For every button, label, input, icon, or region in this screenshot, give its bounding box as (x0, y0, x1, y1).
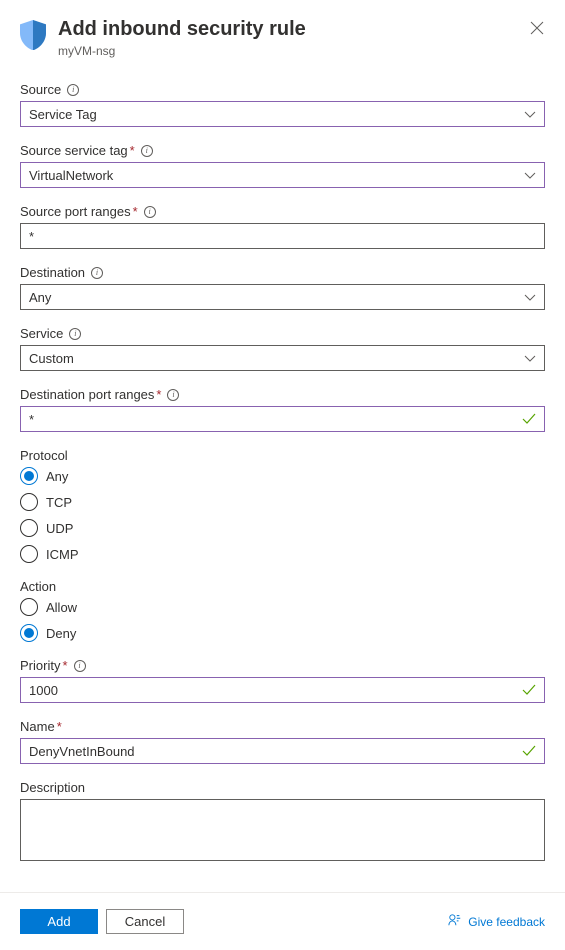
field-protocol: Protocol Any TCP UDP ICMP (20, 448, 545, 563)
label-source-ports: Source port ranges* i (20, 204, 545, 219)
field-description: Description (20, 780, 545, 864)
label-dest-ports: Destination port ranges* i (20, 387, 545, 402)
label-protocol: Protocol (20, 448, 545, 463)
checkmark-icon (522, 683, 536, 697)
field-source-ports: Source port ranges* i * (20, 204, 545, 249)
panel-header: Add inbound security rule myVM-nsg (20, 16, 545, 58)
cancel-button[interactable]: Cancel (106, 909, 184, 934)
add-button[interactable]: Add (20, 909, 98, 934)
radio-icon (20, 545, 38, 563)
info-icon[interactable]: i (144, 206, 156, 218)
input-source-ports[interactable]: * (20, 223, 545, 249)
field-priority: Priority* i 1000 (20, 658, 545, 703)
field-name: Name* DenyVnetInBound (20, 719, 545, 764)
label-source: Source i (20, 82, 545, 97)
info-icon[interactable]: i (91, 267, 103, 279)
select-destination[interactable]: Any (20, 284, 545, 310)
input-description[interactable] (20, 799, 545, 861)
checkmark-icon (522, 744, 536, 758)
radio-option[interactable]: ICMP (20, 545, 545, 563)
input-priority[interactable]: 1000 (20, 677, 545, 703)
label-service: Service i (20, 326, 545, 341)
info-icon[interactable]: i (167, 389, 179, 401)
select-source-tag[interactable]: VirtualNetwork (20, 162, 545, 188)
field-source: Source i Service Tag (20, 82, 545, 127)
radio-label: Allow (46, 600, 77, 615)
input-dest-ports[interactable]: * (20, 406, 545, 432)
radio-label: Any (46, 469, 68, 484)
checkmark-icon (522, 412, 536, 426)
chevron-down-icon (524, 169, 536, 181)
chevron-down-icon (524, 291, 536, 303)
radio-icon (20, 519, 38, 537)
close-button[interactable] (527, 18, 547, 38)
label-source-tag: Source service tag* i (20, 143, 545, 158)
chevron-down-icon (524, 108, 536, 120)
field-dest-ports: Destination port ranges* i * (20, 387, 545, 432)
field-destination: Destination i Any (20, 265, 545, 310)
radio-label: UDP (46, 521, 73, 536)
select-service[interactable]: Custom (20, 345, 545, 371)
label-description: Description (20, 780, 545, 795)
radio-option[interactable]: Deny (20, 624, 545, 642)
info-icon[interactable]: i (69, 328, 81, 340)
radio-icon (20, 624, 38, 642)
info-icon[interactable]: i (141, 145, 153, 157)
info-icon[interactable]: i (74, 660, 86, 672)
field-source-tag: Source service tag* i VirtualNetwork (20, 143, 545, 188)
select-source[interactable]: Service Tag (20, 101, 545, 127)
radio-option[interactable]: TCP (20, 493, 545, 511)
chevron-down-icon (524, 352, 536, 364)
feedback-icon (448, 913, 462, 930)
input-name[interactable]: DenyVnetInBound (20, 738, 545, 764)
radio-option[interactable]: Allow (20, 598, 545, 616)
info-icon[interactable]: i (67, 84, 79, 96)
radio-label: TCP (46, 495, 72, 510)
label-action: Action (20, 579, 545, 594)
panel-subtitle: myVM-nsg (58, 44, 306, 58)
field-action: Action Allow Deny (20, 579, 545, 642)
radio-group-protocol: Any TCP UDP ICMP (20, 467, 545, 563)
label-destination: Destination i (20, 265, 545, 280)
radio-icon (20, 467, 38, 485)
shield-icon (20, 20, 46, 50)
radio-option[interactable]: UDP (20, 519, 545, 537)
radio-icon (20, 493, 38, 511)
label-name: Name* (20, 719, 545, 734)
panel-title: Add inbound security rule (58, 16, 306, 42)
panel-footer: Add Cancel Give feedback (0, 892, 565, 950)
feedback-link[interactable]: Give feedback (448, 913, 545, 930)
radio-group-action: Allow Deny (20, 598, 545, 642)
radio-option[interactable]: Any (20, 467, 545, 485)
label-priority: Priority* i (20, 658, 545, 673)
radio-icon (20, 598, 38, 616)
radio-label: ICMP (46, 547, 79, 562)
field-service: Service i Custom (20, 326, 545, 371)
radio-label: Deny (46, 626, 76, 641)
